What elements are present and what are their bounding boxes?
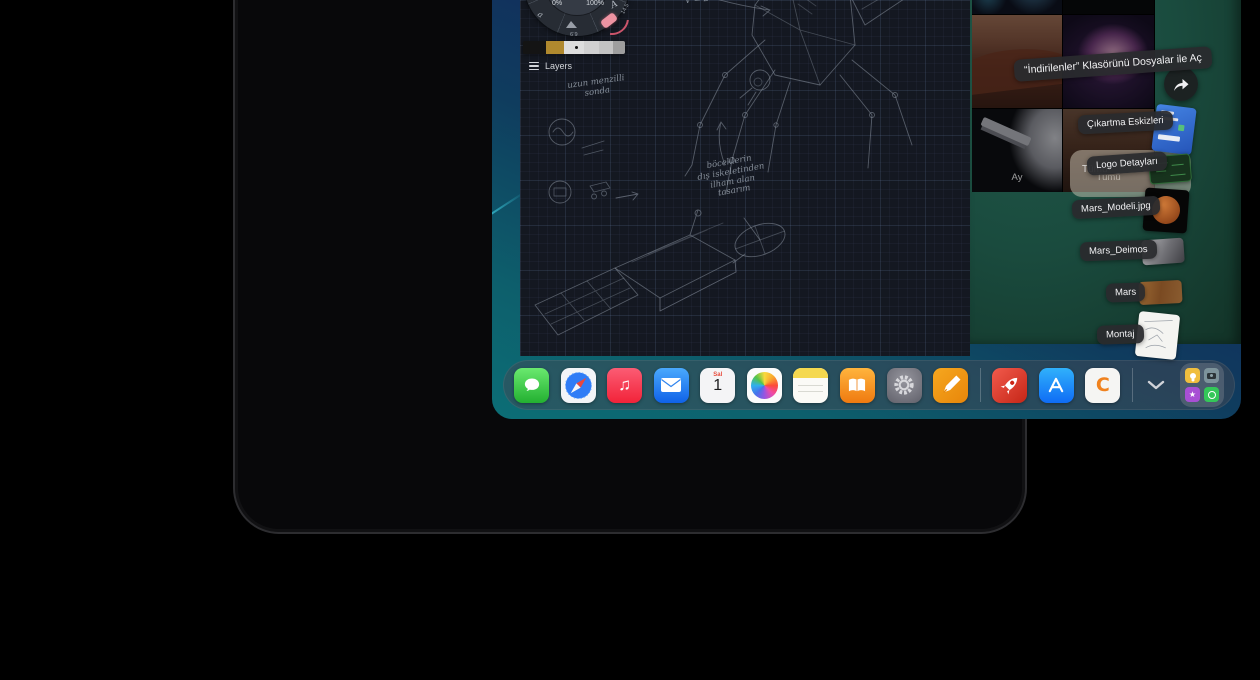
books-icon: [844, 374, 870, 396]
pen-icon: [937, 371, 965, 399]
drag-label-mars-deimos[interactable]: Mars_Deimos: [1080, 240, 1157, 262]
chevron-down-icon: [1147, 380, 1165, 390]
dock-divider-2: [1132, 368, 1133, 402]
dock-app-books[interactable]: [840, 368, 875, 403]
clock-mini-icon: [1204, 387, 1219, 402]
notes-header: [793, 368, 828, 378]
dock-divider: [980, 368, 981, 402]
dock-app-settings[interactable]: [887, 368, 922, 403]
size-label-bottom: 6.9: [570, 30, 578, 36]
stage: güneş enerjisinegeçiş V = 2 iletişimuydu…: [0, 0, 1260, 680]
dock-app-messages[interactable]: [514, 368, 549, 403]
swatch-light-gray[interactable]: [564, 41, 584, 54]
dock-app-calendar[interactable]: Sal 1: [700, 368, 735, 403]
safari-icon: [561, 368, 596, 403]
mail-icon: [659, 375, 683, 395]
dock-app-safari[interactable]: [561, 368, 596, 403]
photo-nebula-horsehead[interactable]: [972, 0, 1062, 14]
rocket-icon: [995, 370, 1025, 400]
dock-app-photos[interactable]: [747, 368, 782, 403]
marker-tool-icon: [565, 20, 578, 30]
dock-app-music[interactable]: ♫: [607, 368, 642, 403]
settings-gear-icon: [889, 370, 919, 400]
dock-app-appstore[interactable]: [1039, 368, 1074, 403]
camera-mini-icon: [1204, 368, 1219, 383]
dock-collapse-button[interactable]: [1144, 368, 1168, 403]
photos-flower-icon: [751, 372, 778, 399]
star-mini-icon: ★: [1185, 387, 1200, 402]
selected-swatch-dot: [575, 46, 578, 49]
album-ay[interactable]: Ay: [972, 109, 1062, 192]
dock-app-c-swirl[interactable]: C: [1085, 368, 1120, 403]
opacity-max-label: 100%: [586, 0, 604, 7]
drawing-app-window[interactable]: güneş enerjisinegeçiş V = 2 iletişimuydu…: [520, 0, 970, 356]
layers-button[interactable]: Layers: [529, 61, 572, 71]
tips-mini-icon: [1185, 368, 1200, 383]
ipad-device-frame: güneş enerjisinegeçiş V = 2 iletişimuydu…: [233, 0, 1027, 534]
opacity-min-label: 0%: [552, 0, 562, 7]
music-note-icon: ♫: [618, 375, 631, 395]
appstore-icon: [1041, 370, 1071, 400]
swatch-gray-2[interactable]: [599, 41, 613, 54]
photo-mars-planet[interactable]: [1063, 0, 1154, 14]
swatch-gold[interactable]: [546, 41, 564, 54]
screen-content: güneş enerjisinegeçiş V = 2 iletişimuydu…: [492, 0, 1241, 419]
dock-app-notes[interactable]: [793, 368, 828, 403]
layers-label: Layers: [545, 61, 572, 71]
dock-app-mail[interactable]: [654, 368, 689, 403]
hamburger-icon: [529, 62, 539, 70]
swatch-gray-1[interactable]: [584, 41, 599, 54]
dock-app-rocket[interactable]: [992, 368, 1027, 403]
dock: ♫ Sal 1: [503, 360, 1235, 410]
app-library-button[interactable]: ★: [1180, 363, 1224, 407]
tool-wheel[interactable]: 1.6 1.3 3.5 14.5 6.9 A a: [524, 0, 630, 36]
share-forward-icon: [1172, 77, 1190, 92]
swatch-gray-3[interactable]: [613, 41, 625, 54]
calendar-day: 1: [713, 378, 722, 395]
drag-label-montaj[interactable]: Montaj: [1097, 324, 1144, 345]
messages-icon: [520, 374, 544, 396]
swatch-black[interactable]: [523, 41, 546, 54]
album-ay-label: Ay: [972, 172, 1062, 183]
color-palette-bar[interactable]: [523, 41, 625, 54]
c-swirl-icon: C: [1096, 374, 1110, 396]
drag-label-mars[interactable]: Mars: [1106, 282, 1146, 302]
share-button[interactable]: [1164, 67, 1198, 101]
dock-app-drawing[interactable]: [933, 368, 968, 403]
ipad-screen: güneş enerjisinegeçiş V = 2 iletişimuydu…: [492, 0, 1241, 419]
